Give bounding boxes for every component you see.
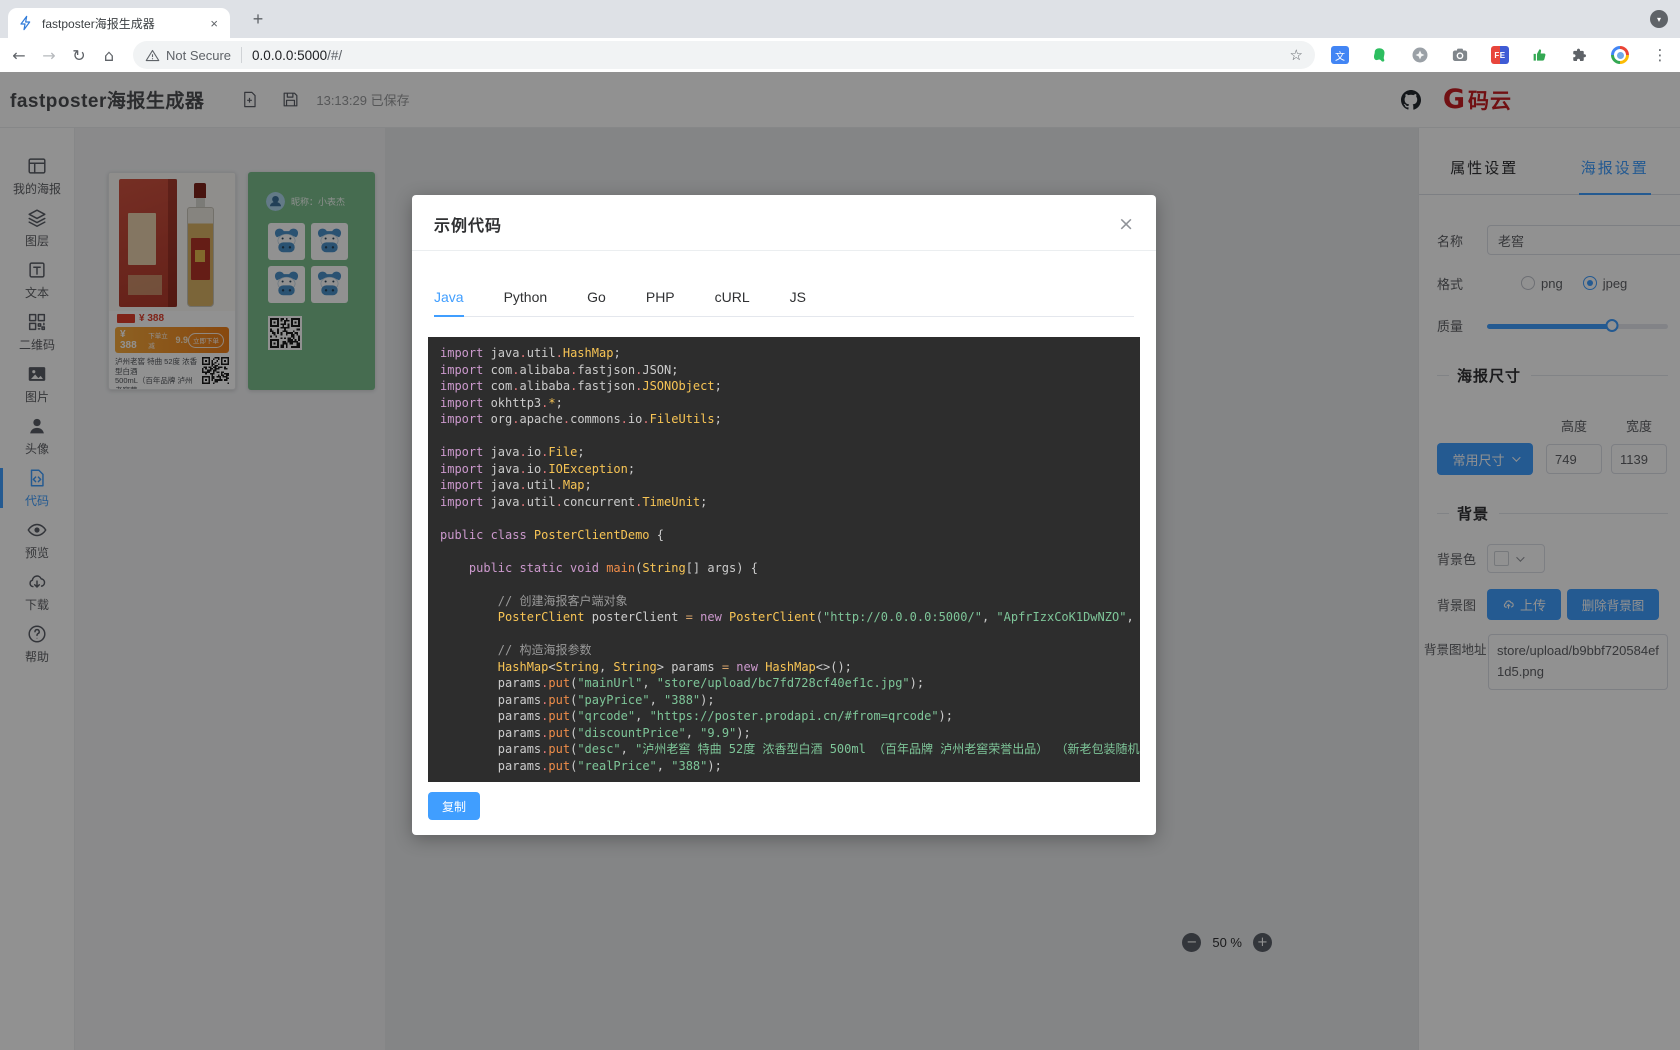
tab-php[interactable]: PHP <box>626 277 695 316</box>
reload-icon[interactable]: ↻ <box>68 44 90 66</box>
code-line: import java.util.Map; <box>440 477 1128 494</box>
code-line: params.put("qrcode", "https://poster.pro… <box>440 708 1128 725</box>
code-line: import java.util.HashMap; <box>440 345 1128 362</box>
forward-icon[interactable]: → <box>38 44 60 66</box>
code-line: // 构造海报参数 <box>440 642 1128 659</box>
frontend-icon[interactable]: FE <box>1491 46 1509 64</box>
close-icon[interactable]: × <box>1118 215 1134 234</box>
code-line: // 创建海报客户端对象 <box>440 593 1128 610</box>
code-line: PosterClient posterClient = new PosterCl… <box>440 609 1128 626</box>
media-control-icon[interactable]: ▾ <box>1650 10 1668 28</box>
new-tab-button[interactable]: + <box>246 9 270 30</box>
tab-java[interactable]: Java <box>434 277 484 316</box>
browser-tab[interactable]: fastposter海报生成器 × <box>8 8 230 38</box>
url-host: 0.0.0.0:5000 <box>252 48 327 63</box>
code-line: import java.util.concurrent.TimeUnit; <box>440 494 1128 511</box>
tab-js[interactable]: JS <box>770 277 826 316</box>
language-tabs: JavaPythonGoPHPcURLJS <box>434 277 1134 317</box>
favicon-bolt-icon <box>18 15 34 31</box>
extensions-icon[interactable] <box>1571 46 1589 64</box>
code-line <box>440 626 1128 643</box>
extensions-row: 文 FE ⋮ <box>1331 46 1669 64</box>
security-label: Not Secure <box>166 48 231 63</box>
screenshot-icon[interactable] <box>1411 46 1429 64</box>
bookmark-star-icon[interactable]: ☆ <box>1290 46 1303 64</box>
code-line <box>440 510 1128 527</box>
url-path: /#/ <box>327 48 342 63</box>
evernote-icon[interactable] <box>1371 46 1389 64</box>
home-icon[interactable]: ⌂ <box>98 44 120 66</box>
profile-icon[interactable] <box>1611 46 1629 64</box>
modal-title: 示例代码 <box>434 212 502 236</box>
code-line: import org.apache.commons.io.FileUtils; <box>440 411 1128 428</box>
code-block: import java.util.HashMap;import com.alib… <box>428 337 1140 782</box>
code-line: params.put("desc", "泸州老窖 特曲 52度 浓香型白酒 50… <box>440 741 1128 758</box>
code-line: public static void main(String[] args) { <box>440 560 1128 577</box>
tab-strip: fastposter海报生成器 × + ▾ <box>0 0 1680 38</box>
thumbs-up-icon[interactable] <box>1531 46 1549 64</box>
code-line: public class PosterClientDemo { <box>440 527 1128 544</box>
tab-title: fastposter海报生成器 <box>42 15 208 32</box>
code-line <box>440 428 1128 445</box>
tab-curl[interactable]: cURL <box>695 277 770 316</box>
menu-icon[interactable]: ⋮ <box>1651 46 1669 64</box>
tab-close-icon[interactable]: × <box>208 16 220 31</box>
code-line: import okhttp3.*; <box>440 395 1128 412</box>
code-line: import com.alibaba.fastjson.JSONObject; <box>440 378 1128 395</box>
example-code-modal: 示例代码 × JavaPythonGoPHPcURLJS import java… <box>412 195 1156 835</box>
code-line: import java.io.IOException; <box>440 461 1128 478</box>
omnibox[interactable]: Not Secure 0.0.0.0:5000 /#/ ☆ <box>133 41 1315 69</box>
browser-chrome: fastposter海报生成器 × + ▾ ← → ↻ ⌂ Not Secure… <box>0 0 1680 72</box>
code-line: params.put("mainUrl", "store/upload/bc7f… <box>440 675 1128 692</box>
not-secure-icon <box>145 48 160 63</box>
code-line: import com.alibaba.fastjson.JSON; <box>440 362 1128 379</box>
code-line <box>440 576 1128 593</box>
tab-python[interactable]: Python <box>484 277 568 316</box>
translate-icon[interactable]: 文 <box>1331 46 1349 64</box>
code-line: params.put("discountPrice", "9.9"); <box>440 725 1128 742</box>
code-line: params.put("realPrice", "388"); <box>440 758 1128 775</box>
address-bar: ← → ↻ ⌂ Not Secure 0.0.0.0:5000 /#/ ☆ 文 F… <box>0 38 1680 72</box>
copy-button[interactable]: 复制 <box>428 792 480 820</box>
code-line <box>440 543 1128 560</box>
code-line: import java.io.File; <box>440 444 1128 461</box>
back-icon[interactable]: ← <box>8 44 30 66</box>
camera-icon[interactable] <box>1451 46 1469 64</box>
code-line: HashMap<String, String> params = new Has… <box>440 659 1128 676</box>
tab-go[interactable]: Go <box>567 277 626 316</box>
code-line: params.put("payPrice", "388"); <box>440 692 1128 709</box>
